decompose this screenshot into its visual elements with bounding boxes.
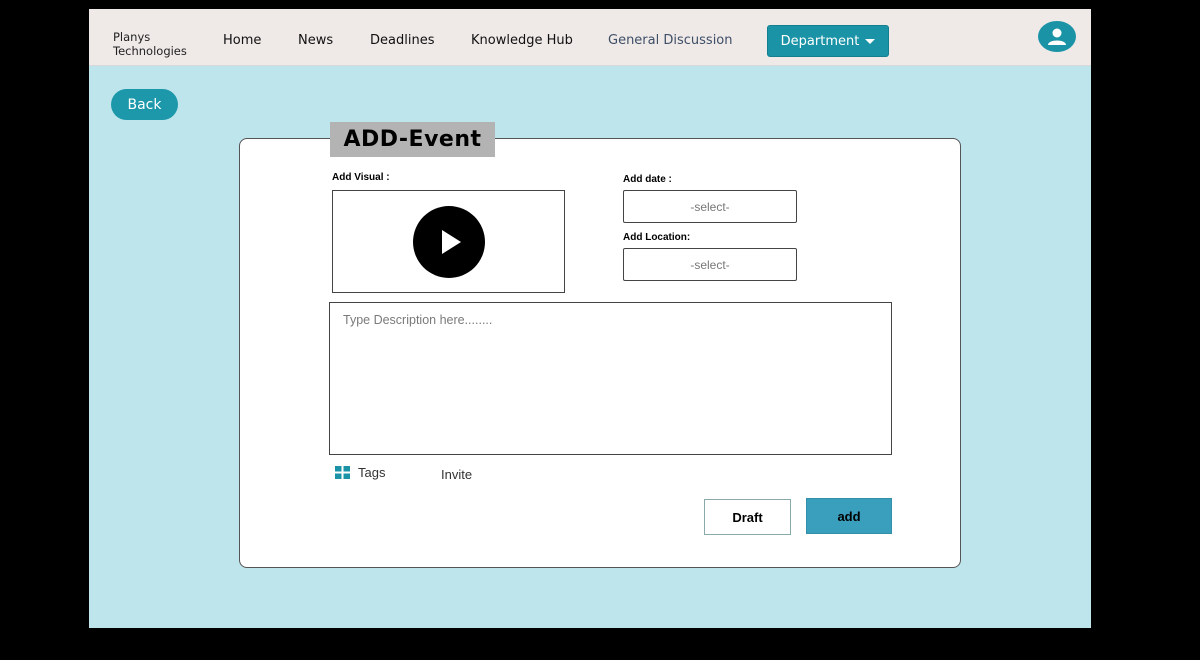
- nav-link-deadlines[interactable]: Deadlines: [370, 33, 434, 48]
- description-textarea[interactable]: Type Description here........: [329, 302, 892, 455]
- user-icon: [1048, 28, 1066, 45]
- back-button[interactable]: Back: [111, 89, 178, 120]
- caret-down-icon: [865, 38, 876, 44]
- user-profile-button[interactable]: [1038, 21, 1076, 52]
- department-dropdown[interactable]: Department: [767, 25, 889, 57]
- brand-logo[interactable]: Planys Technologies: [113, 30, 187, 58]
- add-button[interactable]: add: [806, 498, 892, 534]
- brand-line2: Technologies: [113, 44, 187, 58]
- nav-link-knowledge-hub[interactable]: Knowledge Hub: [471, 33, 573, 48]
- top-navbar: Planys Technologies Home News Deadlines …: [89, 9, 1091, 66]
- app-frame: Planys Technologies Home News Deadlines …: [89, 9, 1091, 628]
- add-date-label: Add date :: [623, 174, 672, 185]
- location-select[interactable]: -select-: [623, 248, 797, 281]
- nav-link-general-discussion[interactable]: General Discussion: [608, 33, 733, 48]
- invite-link[interactable]: Invite: [441, 467, 472, 482]
- tags-button[interactable]: Tags: [335, 465, 385, 480]
- form-title: ADD-Event: [330, 122, 495, 157]
- nav-link-news[interactable]: News: [298, 33, 333, 48]
- add-visual-label: Add Visual :: [332, 172, 390, 183]
- visual-upload-area[interactable]: [332, 190, 565, 293]
- brand-line1: Planys: [113, 30, 151, 44]
- play-button[interactable]: [412, 205, 485, 278]
- nav-link-home[interactable]: Home: [223, 33, 261, 48]
- date-select[interactable]: -select-: [623, 190, 797, 223]
- department-label: Department: [780, 33, 860, 49]
- plus-square-icon: [335, 466, 350, 479]
- add-location-label: Add Location:: [623, 232, 691, 243]
- draft-button[interactable]: Draft: [704, 499, 791, 535]
- tags-label: Tags: [358, 465, 386, 480]
- play-icon: [441, 229, 461, 254]
- description-placeholder: Type Description here........: [343, 313, 493, 327]
